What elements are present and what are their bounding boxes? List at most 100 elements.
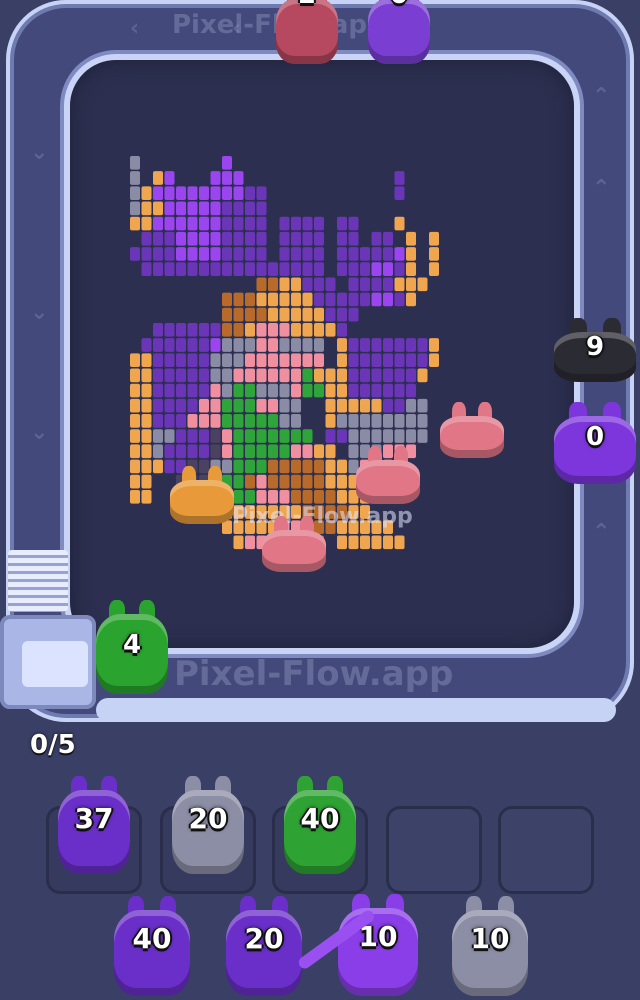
pixel-block xyxy=(164,247,175,261)
pixel-block xyxy=(302,322,313,337)
pixel-block xyxy=(164,322,175,337)
pixel-block xyxy=(291,216,301,231)
pixel-block xyxy=(256,322,267,337)
pixel-block xyxy=(337,383,347,398)
pixel-block xyxy=(256,353,267,368)
reserve-pig[interactable]: 10 xyxy=(452,896,528,996)
reserve-pig[interactable]: 10 xyxy=(338,894,418,996)
pixel-block xyxy=(394,262,405,276)
pixel-block xyxy=(130,489,140,504)
pixel-block xyxy=(199,338,209,352)
pixel-block xyxy=(164,338,175,352)
pixel-block xyxy=(360,535,370,550)
pixel-block xyxy=(360,262,370,276)
pixel-block xyxy=(153,247,163,261)
pixel-block xyxy=(222,429,232,443)
pixel-block xyxy=(187,262,198,276)
pixel-block xyxy=(337,247,347,261)
queue-pig[interactable]: 37 xyxy=(58,776,130,874)
pixel-block xyxy=(141,353,152,368)
pixel-block xyxy=(222,156,232,170)
queue-slot-empty[interactable] xyxy=(498,806,594,894)
pixel-block xyxy=(279,398,290,413)
pixel-block xyxy=(141,186,152,201)
pixel-block xyxy=(406,262,416,276)
pixel-block xyxy=(222,216,232,231)
pixel-block xyxy=(245,383,255,398)
pixel-block xyxy=(302,216,313,231)
pixel-block xyxy=(245,414,255,428)
pixel-block xyxy=(406,398,416,413)
pixel-block xyxy=(268,459,278,474)
pixel-block xyxy=(268,444,278,459)
pixel-block xyxy=(268,322,278,337)
pixel-block xyxy=(176,398,186,413)
pixel-block xyxy=(325,414,336,428)
pixel-block xyxy=(314,216,324,231)
queue-pig[interactable]: 40 xyxy=(284,776,356,874)
pixel-block xyxy=(279,459,290,474)
pixel-block xyxy=(210,383,221,398)
reserve-pig[interactable]: 20 xyxy=(226,896,302,996)
pixel-block xyxy=(337,262,347,276)
pixel-block xyxy=(176,322,186,337)
pixel-block xyxy=(233,368,244,383)
pixel-block xyxy=(130,201,140,216)
pixel-block xyxy=(360,429,370,443)
pixel-block xyxy=(233,459,244,474)
pixel-block xyxy=(199,398,209,413)
pixel-block xyxy=(199,322,209,337)
pixel-block xyxy=(406,277,416,292)
pixel-block xyxy=(371,262,382,276)
pixel-block xyxy=(291,338,301,352)
pixel-block xyxy=(256,262,267,276)
pixel-block xyxy=(187,444,198,459)
pixel-block xyxy=(222,292,232,307)
pig-count: 40 xyxy=(132,922,172,955)
pixel-block xyxy=(371,383,382,398)
pixel-block xyxy=(210,414,221,428)
pixel-block xyxy=(302,262,313,276)
pixel-block xyxy=(176,186,186,201)
pig-count: 10 xyxy=(470,922,510,955)
pixel-block xyxy=(256,459,267,474)
pixel-block xyxy=(245,307,255,322)
pixel-block xyxy=(302,277,313,292)
launcher-pig[interactable]: 4 xyxy=(96,600,168,694)
pixel-block xyxy=(256,338,267,352)
pixel-block xyxy=(164,414,175,428)
pixel-block xyxy=(210,201,221,216)
pixel-block xyxy=(222,231,232,246)
pixel-block xyxy=(348,368,359,383)
pixel-block xyxy=(176,216,186,231)
pixel-block xyxy=(383,368,393,383)
pixel-block xyxy=(141,429,152,443)
pixel-block xyxy=(199,383,209,398)
pixel-block xyxy=(325,459,336,474)
reserve-pig[interactable]: 40 xyxy=(114,896,190,996)
exit-ramp xyxy=(8,550,68,612)
pixel-block xyxy=(210,247,221,261)
pixel-block xyxy=(268,414,278,428)
golden-pig xyxy=(170,466,234,524)
pixel-block xyxy=(360,338,370,352)
pixel-block xyxy=(291,459,301,474)
pixel-block xyxy=(337,353,347,368)
queue-slot-empty[interactable] xyxy=(386,806,482,894)
pixel-block xyxy=(187,247,198,261)
pixel-block xyxy=(348,338,359,352)
pixel-block xyxy=(153,186,163,201)
pixel-block xyxy=(371,247,382,261)
pixel-block xyxy=(187,338,198,352)
pixel-block xyxy=(233,474,244,489)
pixel-block xyxy=(394,216,405,231)
pixel-block xyxy=(153,353,163,368)
pixel-block xyxy=(371,368,382,383)
pixel-block xyxy=(325,292,336,307)
queue-pig[interactable]: 20 xyxy=(172,776,244,874)
pixel-block xyxy=(176,247,186,261)
pixel-block xyxy=(406,292,416,307)
pig-launcher xyxy=(0,615,96,709)
pixel-block xyxy=(394,277,405,292)
pixel-block xyxy=(279,429,290,443)
